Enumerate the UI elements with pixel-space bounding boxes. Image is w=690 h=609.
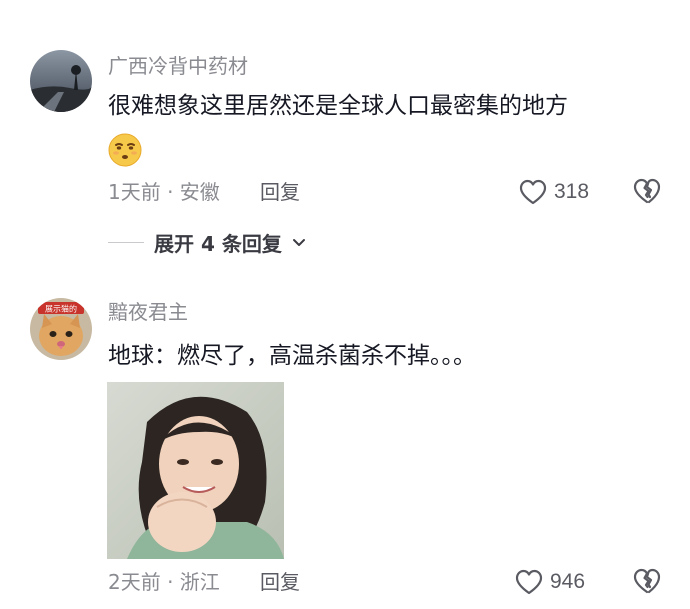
like-button[interactable]: 318 bbox=[518, 176, 589, 208]
dislike-button[interactable] bbox=[631, 566, 663, 598]
heart-icon bbox=[519, 179, 547, 205]
comment-image[interactable] bbox=[107, 382, 284, 559]
comment-meta: 2天前 · 浙江 bbox=[108, 570, 220, 594]
heart-icon bbox=[515, 569, 543, 595]
reply-button[interactable]: 回复 bbox=[260, 180, 300, 204]
expand-replies-button[interactable]: 展开 4 条回复 bbox=[108, 228, 306, 257]
comment-text: 地球：燃尽了，高温杀菌杀不掉。。。 bbox=[108, 343, 476, 369]
divider bbox=[108, 242, 144, 243]
broken-heart-icon bbox=[633, 178, 661, 204]
username[interactable]: 广西冷背中药材 bbox=[108, 54, 248, 78]
dislike-button[interactable] bbox=[631, 176, 663, 208]
avatar[interactable] bbox=[30, 50, 92, 112]
avatar[interactable]: 展示猫的 bbox=[30, 298, 92, 360]
like-count: 946 bbox=[550, 570, 586, 593]
comment-item: 广西冷背中药材 很难想象这里居然还是全球人口最密集的地方 1天前 · 安徽 回复… bbox=[0, 0, 690, 270]
like-button[interactable]: 946 bbox=[514, 566, 585, 598]
comment-meta: 1天前 · 安徽 bbox=[108, 180, 220, 204]
chevron-down-icon bbox=[292, 238, 305, 246]
avatar-badge-text: 展示猫的 bbox=[45, 304, 77, 314]
username[interactable]: 黯夜君主 bbox=[108, 300, 188, 324]
expand-replies-label: 展开 4 条回复 bbox=[154, 232, 282, 256]
broken-heart-icon bbox=[633, 568, 661, 594]
comment-text: 很难想象这里居然还是全球人口最密集的地方 bbox=[108, 93, 568, 119]
like-count: 318 bbox=[554, 180, 590, 203]
smirk-face-emoji bbox=[107, 132, 143, 168]
reply-button[interactable]: 回复 bbox=[260, 570, 300, 594]
comment-item: 展示猫的 黯夜君主 地球：燃尽了，高温杀菌杀不掉。。。 2天前 · 浙江 回复 bbox=[0, 270, 690, 609]
